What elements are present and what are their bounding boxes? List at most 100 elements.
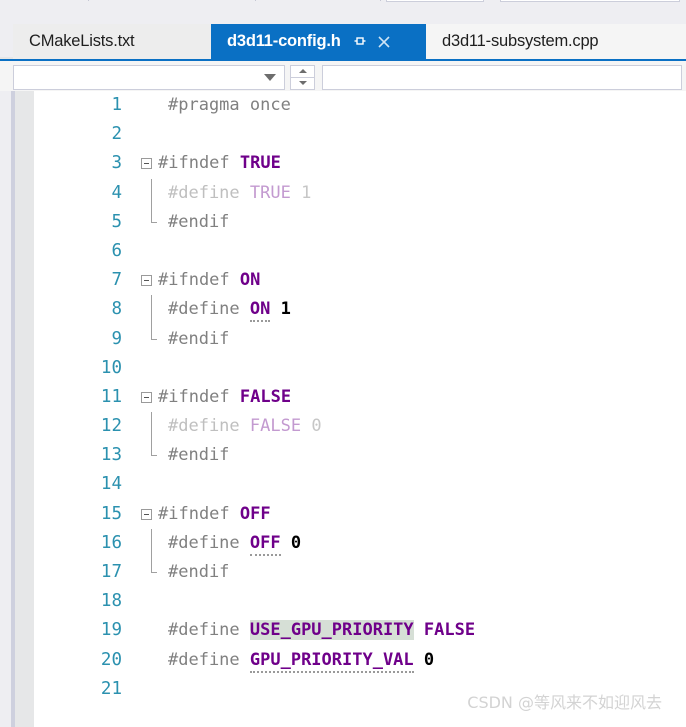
- fold-guide-line: [151, 441, 157, 457]
- tab-label: d3d11-config.h: [227, 32, 341, 50]
- line-number: 14: [100, 474, 122, 495]
- navigation-spinner[interactable]: [290, 65, 315, 90]
- code-line[interactable]: 18: [34, 587, 686, 616]
- code-line[interactable]: 9 #endif: [34, 324, 686, 354]
- toolbar-combo-remnant[interactable]: [386, 0, 484, 2]
- collapse-minus-icon[interactable]: [141, 275, 152, 287]
- code-line[interactable]: 13 #endif: [34, 441, 686, 470]
- code-text: #endif: [168, 208, 229, 237]
- scope-dropdown[interactable]: [13, 65, 285, 90]
- code-text: #define GPU_PRIORITY_VAL 0: [168, 646, 434, 675]
- code-token: 1: [280, 299, 291, 320]
- toolbar-separator: [380, 0, 381, 1]
- code-line[interactable]: 1 #pragma once: [34, 91, 686, 120]
- code-token: #ifndef: [158, 153, 240, 174]
- code-line[interactable]: 15 #ifndef OFF: [34, 500, 686, 529]
- code-line[interactable]: 5 #endif: [34, 207, 686, 237]
- selection-margin[interactable]: [0, 91, 11, 727]
- collapse-minus-icon[interactable]: [141, 508, 152, 520]
- collapse-minus-icon[interactable]: [141, 158, 152, 170]
- code-token: #define: [168, 649, 250, 670]
- code-token: 1: [290, 182, 312, 203]
- member-dropdown[interactable]: [322, 65, 682, 90]
- code-text: #ifndef OFF: [158, 500, 271, 529]
- code-line[interactable]: 16 #define OFF 0: [34, 528, 686, 558]
- chevron-down-icon: [264, 74, 276, 81]
- code-line[interactable]: 4 #define TRUE 1: [34, 178, 686, 208]
- line-number: 18: [100, 591, 122, 612]
- line-number: 4: [111, 182, 122, 203]
- code-text: #define USE_GPU_PRIORITY FALSE: [168, 616, 475, 645]
- code-line[interactable]: 6: [34, 237, 686, 266]
- code-line[interactable]: 19 #define USE_GPU_PRIORITY FALSE: [34, 616, 686, 645]
- code-line[interactable]: 11 #ifndef FALSE: [34, 383, 686, 412]
- code-text: #endif: [168, 325, 229, 354]
- line-number: 2: [111, 124, 122, 145]
- code-token: #define: [168, 620, 250, 641]
- code-token: #ifndef: [158, 386, 240, 407]
- line-number: 17: [100, 562, 122, 582]
- code-token: #define: [168, 299, 250, 320]
- code-token: 0: [301, 416, 322, 437]
- code-line[interactable]: 2: [34, 120, 686, 149]
- spinner-up-button[interactable]: [290, 65, 315, 78]
- line-number: 13: [100, 445, 122, 466]
- fold-guide-line: [151, 324, 157, 340]
- toolbar-combo-remnant[interactable]: [500, 0, 680, 2]
- code-line[interactable]: 14: [34, 470, 686, 499]
- line-number: 3: [111, 153, 122, 174]
- tab-label: d3d11-subsystem.cpp: [442, 32, 599, 50]
- code-text: #define ON 1: [168, 295, 291, 324]
- toolbar-separator: [88, 0, 89, 1]
- code-token: 0: [290, 532, 302, 553]
- editor-tab-bar: CMakeLists.txt d3d11-config.h d3d11-subsys…: [0, 24, 686, 59]
- editor-tab-2[interactable]: d3d11-subsystem.cpp: [426, 24, 686, 59]
- code-text: #define FALSE 0: [168, 412, 322, 441]
- code-token: 0: [423, 649, 435, 670]
- line-number: 5: [111, 211, 122, 232]
- code-text: #pragma once: [168, 91, 291, 120]
- pin-icon[interactable]: [353, 35, 367, 49]
- fold-guide-line: [151, 412, 152, 442]
- fold-guide-line: [151, 528, 152, 558]
- line-number: 15: [100, 503, 122, 524]
- tab-icon-group: [353, 35, 391, 49]
- line-number: 16: [100, 532, 122, 553]
- code-token: OFF: [239, 503, 271, 524]
- code-token: #endif: [168, 562, 230, 582]
- code-line[interactable]: 3 #ifndef TRUE: [34, 149, 686, 178]
- fold-guide-line: [151, 558, 157, 573]
- triangle-down-icon: [298, 81, 307, 86]
- code-line[interactable]: 20 #define GPU_PRIORITY_VAL 0: [34, 646, 686, 675]
- code-line[interactable]: 8 #define ON 1: [34, 295, 686, 325]
- code-token: #endif: [168, 328, 230, 349]
- code-token: #define: [168, 532, 250, 553]
- code-token: USE_GPU_PRIORITY: [249, 620, 414, 641]
- line-number: 20: [100, 649, 122, 670]
- line-number: 1: [111, 95, 122, 115]
- code-token: FALSE: [239, 386, 292, 407]
- code-surface[interactable]: 1 #pragma once 2 3 #ifndef TRUE 4 #define TRUE…: [34, 91, 686, 727]
- code-text: #endif: [168, 558, 229, 587]
- code-text: #ifndef FALSE: [158, 383, 291, 412]
- code-token: #pragma once: [168, 95, 291, 115]
- close-icon[interactable]: [377, 35, 391, 49]
- collapse-minus-icon[interactable]: [141, 391, 152, 403]
- line-number: 9: [111, 328, 122, 349]
- line-number: 7: [111, 270, 122, 291]
- code-token: ON: [249, 299, 271, 323]
- editor-tab-1[interactable]: d3d11-config.h: [211, 24, 426, 59]
- code-line[interactable]: 7 #ifndef ON: [34, 266, 686, 295]
- code-token: #define: [168, 182, 250, 203]
- editor-navigation-bar: [0, 59, 686, 91]
- code-editor[interactable]: 1 #pragma once 2 3 #ifndef TRUE 4 #define TRUE…: [0, 91, 686, 727]
- code-line[interactable]: 10: [34, 354, 686, 383]
- editor-tab-0[interactable]: CMakeLists.txt: [13, 24, 211, 59]
- code-line[interactable]: 12 #define FALSE 0: [34, 412, 686, 442]
- code-text: #define TRUE 1: [168, 179, 311, 208]
- spinner-down-button[interactable]: [290, 77, 315, 90]
- code-line[interactable]: 17 #endif: [34, 558, 686, 587]
